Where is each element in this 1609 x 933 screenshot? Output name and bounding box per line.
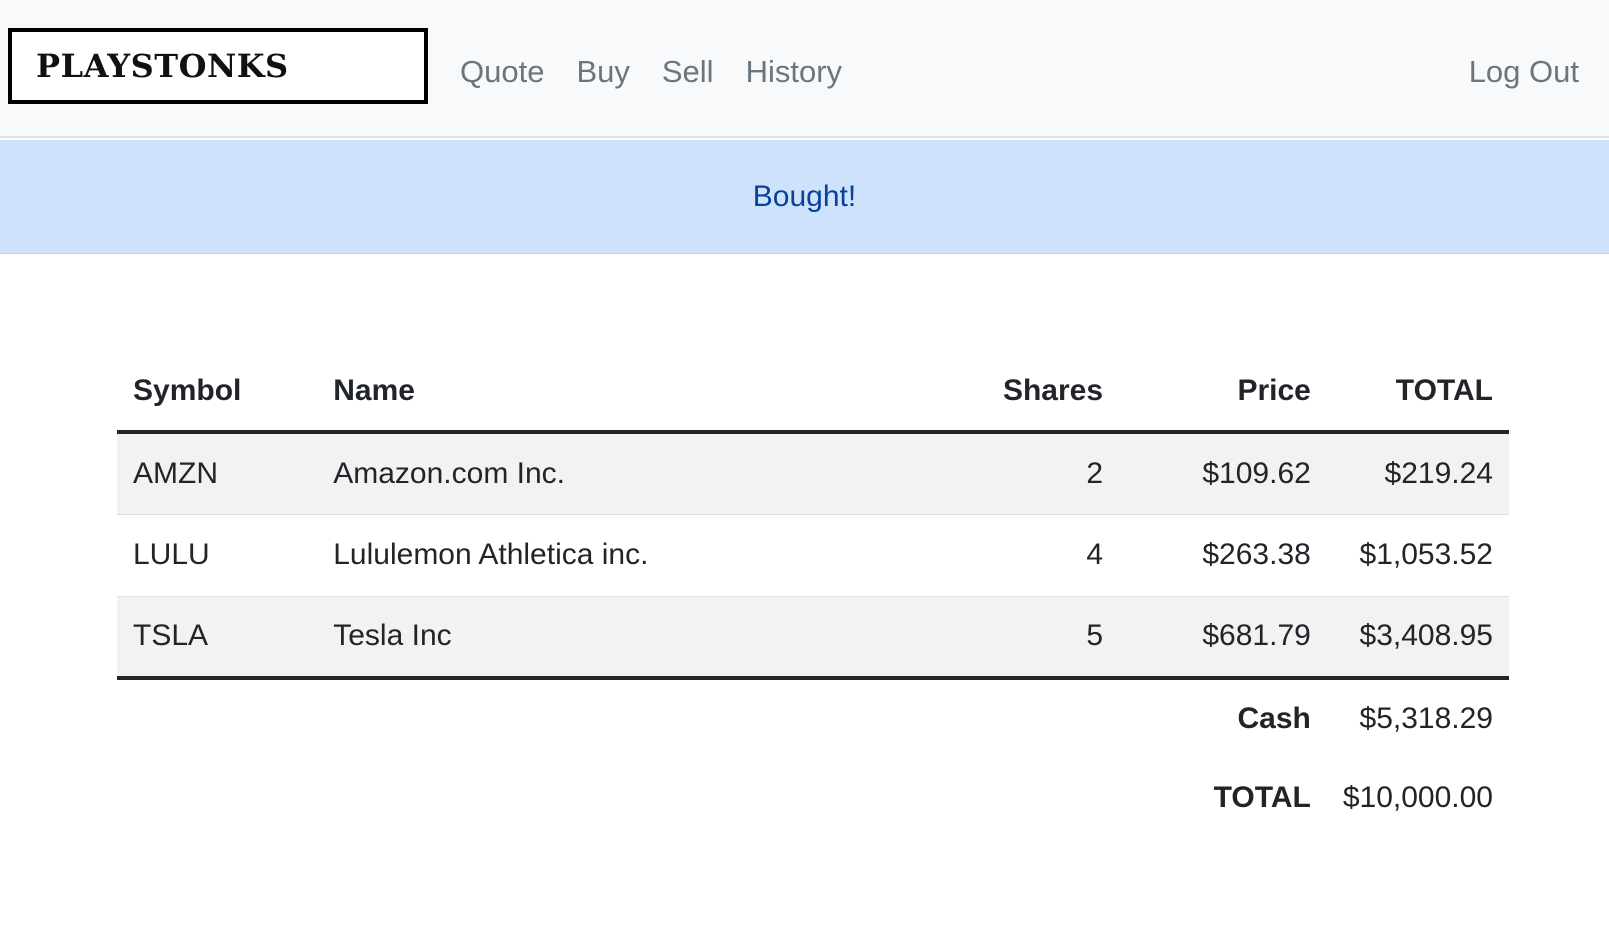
cell-name: Tesla Inc <box>317 596 860 680</box>
logout-link[interactable]: Log Out <box>1453 54 1595 89</box>
header-shares: Shares <box>859 352 1120 434</box>
cell-price: $263.38 <box>1119 514 1327 597</box>
flash-message: Bought! <box>752 179 857 213</box>
nav-link-buy[interactable]: Buy <box>560 48 645 96</box>
cell-symbol: TSLA <box>117 596 318 680</box>
nav-right: Log Out <box>1453 48 1595 96</box>
cell-total: $3,408.95 <box>1326 596 1509 680</box>
flash-alert: Bought! <box>0 140 1609 254</box>
cash-value: $5,318.29 <box>1359 702 1493 735</box>
cell-symbol: LULU <box>117 514 318 597</box>
cell-symbol: AMZN <box>117 432 318 515</box>
portfolio-table-container: Symbol Name Shares Price TOTAL AMZN Amaz… <box>117 352 1509 838</box>
table-row: TSLA Tesla Inc 5 $681.79 $3,408.95 <box>117 596 1509 680</box>
grand-total-label: TOTAL <box>1213 781 1311 814</box>
portfolio-table: Symbol Name Shares Price TOTAL AMZN Amaz… <box>117 352 1509 838</box>
cell-name: Amazon.com Inc. <box>317 432 860 515</box>
header-symbol: Symbol <box>117 352 318 434</box>
cell-price: $681.79 <box>1119 596 1327 680</box>
cell-price: $109.62 <box>1119 432 1327 515</box>
header-price: Price <box>1119 352 1327 434</box>
cash-label: Cash <box>1237 702 1311 735</box>
grand-total-value: $10,000.00 <box>1342 781 1493 814</box>
brand-logo-link[interactable]: PLAYSTONKS <box>8 28 428 104</box>
cash-row: Cash $5,318.29 <box>117 678 1509 758</box>
cell-total: $1,053.52 <box>1326 514 1509 597</box>
grand-total-row: TOTAL $10,000.00 <box>117 758 1509 838</box>
cell-total: $219.24 <box>1326 432 1509 515</box>
table-header-row: Symbol Name Shares Price TOTAL <box>117 352 1509 434</box>
nav-link-history[interactable]: History <box>730 48 858 96</box>
nav-links: Quote Buy Sell History <box>444 48 858 96</box>
cell-name: Lululemon Athletica inc. <box>317 514 860 597</box>
table-row: LULU Lululemon Athletica inc. 4 $263.38 … <box>117 514 1509 597</box>
nav-link-sell[interactable]: Sell <box>646 48 730 96</box>
header-total: TOTAL <box>1326 352 1509 434</box>
cell-shares: 2 <box>859 432 1120 515</box>
cell-shares: 4 <box>859 514 1120 597</box>
top-navbar: PLAYSTONKS Quote Buy Sell History Log Ou… <box>0 0 1609 138</box>
header-name: Name <box>317 352 860 434</box>
cell-shares: 5 <box>859 596 1120 680</box>
table-row: AMZN Amazon.com Inc. 2 $109.62 $219.24 <box>117 432 1509 515</box>
nav-link-quote[interactable]: Quote <box>444 48 560 96</box>
